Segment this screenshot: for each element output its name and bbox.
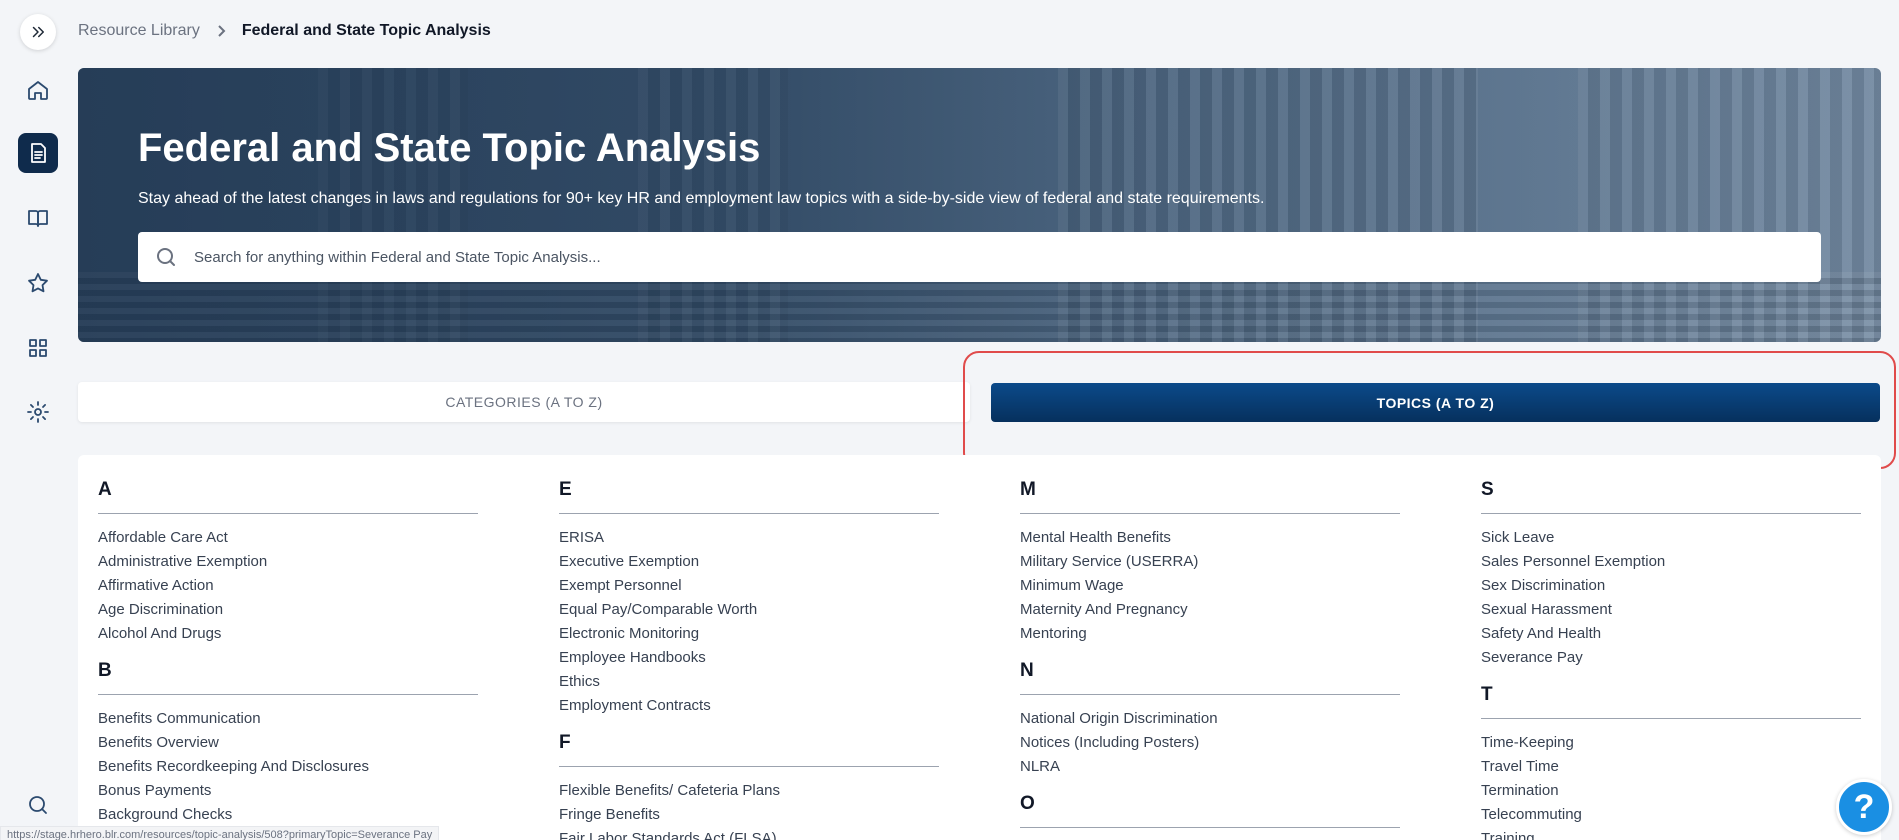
- letter-group-a: A Affordable Care Act Administrative Exe…: [98, 479, 478, 646]
- topic-link[interactable]: Benefits Overview: [98, 731, 478, 755]
- search-icon: [154, 245, 178, 269]
- topic-link[interactable]: Affirmative Action: [98, 574, 478, 598]
- tab-categories[interactable]: CATEGORIES (A TO Z): [78, 382, 970, 422]
- topic-link[interactable]: Benefits Recordkeeping And Disclosures: [98, 755, 478, 779]
- page-title: Federal and State Topic Analysis: [138, 126, 761, 170]
- search-icon: [29, 796, 47, 814]
- topic-link[interactable]: Electronic Monitoring: [559, 622, 939, 646]
- topic-column: E ERISA Executive Exemption Exempt Perso…: [559, 479, 939, 840]
- topic-link[interactable]: Fringe Benefits: [559, 803, 939, 827]
- breadcrumb-resource-library[interactable]: Resource Library: [78, 22, 200, 40]
- sidebar-item-apps[interactable]: [18, 328, 58, 368]
- topic-column: A Affordable Care Act Administrative Exe…: [98, 479, 478, 840]
- document-icon: [31, 143, 46, 163]
- letter-heading: O: [1020, 793, 1400, 828]
- topic-link[interactable]: Maternity And Pregnancy: [1020, 598, 1400, 622]
- topic-link[interactable]: Employment Contracts: [559, 694, 939, 718]
- topic-link[interactable]: Alcohol And Drugs: [98, 622, 478, 646]
- topic-link[interactable]: Ethics: [559, 670, 939, 694]
- letter-group-n: N National Origin Discrimination Notices…: [1020, 660, 1400, 779]
- search-bar[interactable]: [138, 232, 1821, 282]
- topic-link[interactable]: Termination: [1481, 779, 1861, 803]
- chevron-right-icon: [214, 24, 228, 38]
- topic-link[interactable]: National Origin Discrimination: [1020, 707, 1400, 731]
- topic-link[interactable]: ERISA: [559, 526, 939, 550]
- sidebar-item-documents[interactable]: [18, 133, 58, 173]
- topic-link[interactable]: Sales Personnel Exemption: [1481, 550, 1861, 574]
- topic-link[interactable]: Minimum Wage: [1020, 574, 1400, 598]
- sidebar-item-home[interactable]: [18, 70, 58, 110]
- sidebar-item-favorites[interactable]: [18, 263, 58, 303]
- topic-link[interactable]: Severance Pay: [1481, 646, 1861, 670]
- letter-group-f: F Flexible Benefits/ Cafeteria Plans Fri…: [559, 732, 939, 840]
- topic-link[interactable]: Travel Time: [1481, 755, 1861, 779]
- star-icon: [28, 273, 48, 293]
- letter-heading: M: [1020, 479, 1400, 514]
- topic-link[interactable]: Notices (Including Posters): [1020, 731, 1400, 755]
- letter-group-b: B Benefits Communication Benefits Overvi…: [98, 660, 478, 827]
- topic-link[interactable]: Safety And Health: [1481, 622, 1861, 646]
- topic-column: S Sick Leave Sales Personnel Exemption S…: [1481, 479, 1861, 840]
- letter-heading: F: [559, 732, 939, 767]
- topic-link[interactable]: Mentoring: [1020, 622, 1400, 646]
- book-icon: [28, 210, 48, 227]
- expand-sidebar-button[interactable]: [20, 14, 56, 50]
- gear-icon: [27, 401, 49, 423]
- topic-link[interactable]: Exempt Personnel: [559, 574, 939, 598]
- topic-link[interactable]: Benefits Communication: [98, 707, 478, 731]
- search-input[interactable]: [194, 248, 1794, 266]
- letter-group-m: M Mental Health Benefits Military Servic…: [1020, 479, 1400, 646]
- status-url: https://stage.hrhero.blr.com/resources/t…: [0, 826, 440, 840]
- letter-group-e: E ERISA Executive Exemption Exempt Perso…: [559, 479, 939, 718]
- topic-link[interactable]: Time-Keeping: [1481, 731, 1861, 755]
- topic-link[interactable]: Sex Discrimination: [1481, 574, 1861, 598]
- topic-link[interactable]: Administrative Exemption: [98, 550, 478, 574]
- topic-link[interactable]: NLRA: [1020, 755, 1400, 779]
- breadcrumb-current: Federal and State Topic Analysis: [241, 22, 491, 39]
- breadcrumb: Resource Library Federal and State Topic…: [78, 22, 491, 40]
- letter-heading: E: [559, 479, 939, 514]
- letter-heading: A: [98, 479, 478, 514]
- letter-heading: S: [1481, 479, 1861, 514]
- help-button[interactable]: ?: [1836, 779, 1892, 835]
- topic-link[interactable]: Training: [1481, 827, 1861, 840]
- page-subtitle: Stay ahead of the latest changes in laws…: [138, 190, 1265, 207]
- letter-group-o: O: [1020, 793, 1400, 828]
- letter-heading: B: [98, 660, 478, 695]
- topic-column: M Mental Health Benefits Military Servic…: [1020, 479, 1400, 840]
- sidebar-item-settings[interactable]: [18, 392, 58, 432]
- topic-link[interactable]: Equal Pay/Comparable Worth: [559, 598, 939, 622]
- topic-link[interactable]: Fair Labor Standards Act (FLSA): [559, 827, 939, 840]
- topic-link[interactable]: Bonus Payments: [98, 779, 478, 803]
- topic-link[interactable]: Sexual Harassment: [1481, 598, 1861, 622]
- sidebar-item-library[interactable]: [18, 198, 58, 238]
- topic-link[interactable]: Flexible Benefits/ Cafeteria Plans: [559, 779, 939, 803]
- topic-link[interactable]: Telecommuting: [1481, 803, 1861, 827]
- hero-banner: Federal and State Topic Analysis Stay ah…: [78, 68, 1881, 342]
- letter-group-t: T Time-Keeping Travel Time Termination T…: [1481, 684, 1861, 840]
- topic-link[interactable]: Sick Leave: [1481, 526, 1861, 550]
- topic-link[interactable]: Executive Exemption: [559, 550, 939, 574]
- sidebar: [0, 0, 76, 840]
- double-chevron-right-icon: [32, 26, 44, 38]
- home-icon: [28, 81, 48, 100]
- topic-link[interactable]: Background Checks: [98, 803, 478, 827]
- grid-icon: [29, 339, 47, 357]
- topic-link[interactable]: Affordable Care Act: [98, 526, 478, 550]
- letter-heading: T: [1481, 684, 1861, 719]
- letter-heading: N: [1020, 660, 1400, 695]
- highlight-annotation: [963, 351, 1896, 469]
- topic-link[interactable]: Age Discrimination: [98, 598, 478, 622]
- topic-link[interactable]: Military Service (USERRA): [1020, 550, 1400, 574]
- sidebar-item-search[interactable]: [18, 785, 58, 825]
- letter-group-s: S Sick Leave Sales Personnel Exemption S…: [1481, 479, 1861, 670]
- topic-link[interactable]: Employee Handbooks: [559, 646, 939, 670]
- topics-list-panel: A Affordable Care Act Administrative Exe…: [78, 455, 1881, 840]
- topic-link[interactable]: Mental Health Benefits: [1020, 526, 1400, 550]
